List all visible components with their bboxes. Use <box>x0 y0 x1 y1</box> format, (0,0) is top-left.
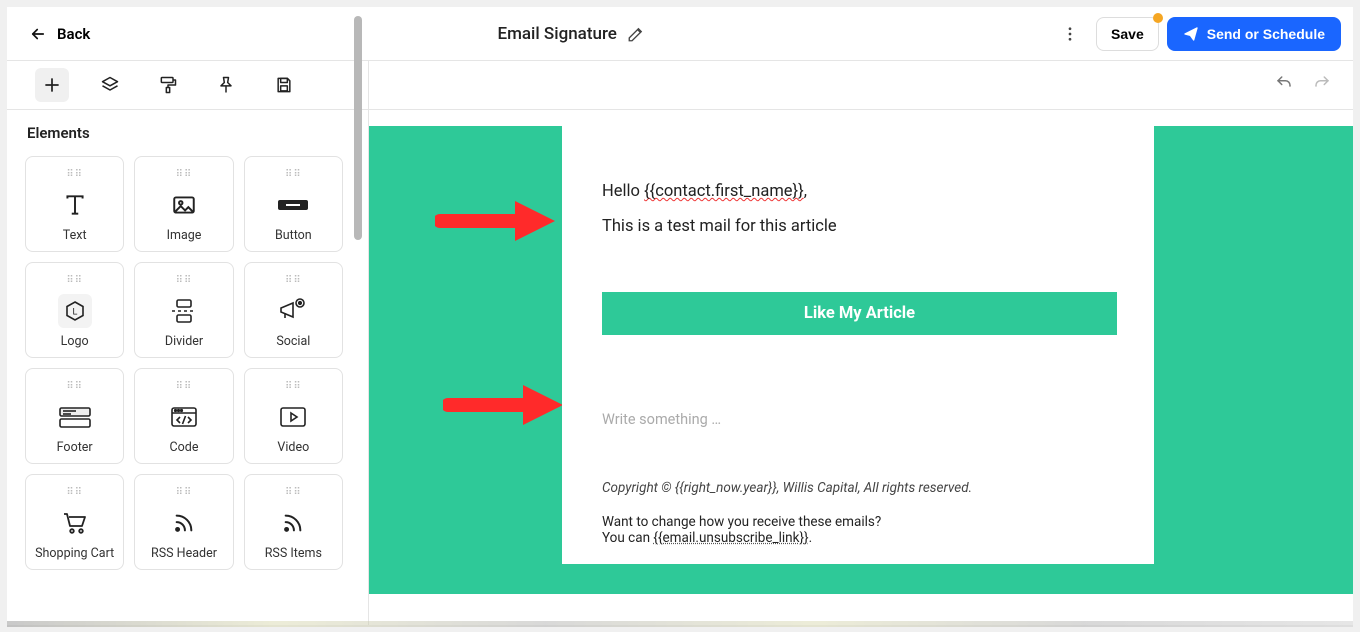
greeting-line[interactable]: Hello {{contact.first_name}}, <box>602 182 1114 201</box>
element-social[interactable]: ⠿⠿ Social <box>244 262 343 358</box>
element-image[interactable]: ⠿⠿ Image <box>134 156 233 252</box>
code-icon <box>170 405 198 429</box>
style-button[interactable] <box>151 68 185 102</box>
grip-icon: ⠿⠿ <box>66 488 83 498</box>
grip-icon: ⠿⠿ <box>176 276 193 286</box>
unsubscribe-prompt: Want to change how you receive these ema… <box>602 514 1114 530</box>
grip-icon: ⠿⠿ <box>176 170 193 180</box>
merge-tag-contact-first-name[interactable]: {{contact.first_name}} <box>644 182 804 201</box>
grip-icon: ⠿⠿ <box>66 382 83 392</box>
header-bar: Back Email Signature Save Send or Schedu… <box>7 7 1353 61</box>
grip-icon: ⠿⠿ <box>176 382 193 392</box>
save-button[interactable]: Save <box>1096 17 1159 51</box>
grip-icon: ⠿⠿ <box>66 170 83 180</box>
layers-button[interactable] <box>93 68 127 102</box>
grip-icon: ⠿⠿ <box>285 488 302 498</box>
pin-icon <box>216 75 236 95</box>
redo-icon <box>1313 74 1331 92</box>
undo-icon <box>1275 74 1293 92</box>
redo-button[interactable] <box>1313 74 1331 96</box>
arrow-left-icon <box>29 25 47 43</box>
element-label: Shopping Cart <box>35 546 114 561</box>
video-icon <box>279 406 307 428</box>
element-rss-header[interactable]: ⠿⠿ RSS Header <box>134 474 233 570</box>
pin-button[interactable] <box>209 68 243 102</box>
unsubscribe-prefix: You can <box>602 530 653 546</box>
grip-icon: ⠿⠿ <box>66 276 83 286</box>
element-button[interactable]: ⠿⠿ Button <box>244 156 343 252</box>
element-label: Video <box>277 440 309 455</box>
logo-icon: L <box>63 299 87 323</box>
save-label: Save <box>1111 26 1144 42</box>
save-disk-icon <box>274 75 294 95</box>
annotation-arrow-icon <box>435 196 555 246</box>
button-icon <box>276 195 310 215</box>
element-label: RSS Items <box>265 546 322 561</box>
layers-icon <box>100 75 120 95</box>
element-text[interactable]: ⠿⠿ Text <box>25 156 124 252</box>
element-label: Social <box>276 334 310 349</box>
more-menu-button[interactable] <box>1052 16 1088 52</box>
image-icon <box>171 192 197 218</box>
element-label: Text <box>63 228 87 243</box>
element-label: Button <box>275 228 312 243</box>
cta-button[interactable]: Like My Article <box>602 292 1117 335</box>
element-label: Code <box>170 440 199 455</box>
text-icon <box>62 192 88 218</box>
element-logo[interactable]: ⠿⠿ L Logo <box>25 262 124 358</box>
grip-icon: ⠿⠿ <box>285 276 302 286</box>
element-label: Footer <box>57 440 93 455</box>
element-video[interactable]: ⠿⠿ Video <box>244 368 343 464</box>
megaphone-icon <box>278 297 308 325</box>
undo-button[interactable] <box>1275 74 1293 96</box>
unsubscribe-suffix: . <box>809 530 813 546</box>
paint-roller-icon <box>158 75 178 95</box>
canvas-area[interactable]: Hello {{contact.first_name}}, This is a … <box>369 110 1353 625</box>
element-rss-items[interactable]: ⠿⠿ RSS Items <box>244 474 343 570</box>
plus-icon <box>43 76 61 94</box>
add-element-button[interactable] <box>35 68 69 102</box>
element-label: Logo <box>61 334 89 349</box>
rss-icon <box>282 512 304 534</box>
element-footer[interactable]: ⠿⠿ Footer <box>25 368 124 464</box>
greeting-suffix: , <box>804 182 807 201</box>
cart-icon <box>62 511 88 535</box>
send-or-schedule-button[interactable]: Send or Schedule <box>1167 17 1341 51</box>
template-save-button[interactable] <box>267 68 301 102</box>
body-text[interactable]: This is a test mail for this article <box>602 217 1114 236</box>
rss-icon <box>173 512 195 534</box>
back-label: Back <box>57 25 90 43</box>
divider-icon <box>170 298 198 324</box>
sidebar-title: Elements <box>27 124 343 142</box>
footer-icon <box>58 405 92 429</box>
element-divider[interactable]: ⠿⠿ Divider <box>134 262 233 358</box>
bottom-shadow <box>7 621 1353 627</box>
email-background: Hello {{contact.first_name}}, This is a … <box>369 126 1353 594</box>
grip-icon: ⠿⠿ <box>285 170 302 180</box>
paper-plane-icon <box>1183 26 1199 42</box>
merge-tag-unsubscribe-link[interactable]: {{email.unsubscribe_link}} <box>653 530 808 546</box>
text-placeholder[interactable]: Write something … <box>602 411 1114 428</box>
greeting-prefix: Hello <box>602 182 644 201</box>
element-label: RSS Header <box>151 546 217 561</box>
copyright-line[interactable]: Copyright © {{right_now.year}}, Willis C… <box>602 480 1114 496</box>
page-title: Email Signature <box>497 24 616 44</box>
element-shopping-cart[interactable]: ⠿⠿ Shopping Cart <box>25 474 124 570</box>
element-label: Image <box>167 228 202 243</box>
grip-icon: ⠿⠿ <box>285 382 302 392</box>
email-body[interactable]: Hello {{contact.first_name}}, This is a … <box>562 126 1154 564</box>
element-code[interactable]: ⠿⠿ Code <box>134 368 233 464</box>
toolbar <box>7 61 1353 110</box>
pencil-icon[interactable] <box>627 25 645 43</box>
send-label: Send or Schedule <box>1207 26 1325 42</box>
dots-vertical-icon <box>1061 25 1079 43</box>
sidebar-scrollbar[interactable] <box>354 110 362 240</box>
svg-text:L: L <box>72 306 77 316</box>
element-label: Divider <box>165 334 203 349</box>
unsaved-dot-icon <box>1153 13 1163 23</box>
grip-icon: ⠿⠿ <box>176 488 193 498</box>
back-button[interactable]: Back <box>29 25 90 43</box>
elements-sidebar: Elements ⠿⠿ Text ⠿⠿ Image ⠿⠿ <box>7 110 369 625</box>
annotation-arrow-icon <box>443 380 563 430</box>
